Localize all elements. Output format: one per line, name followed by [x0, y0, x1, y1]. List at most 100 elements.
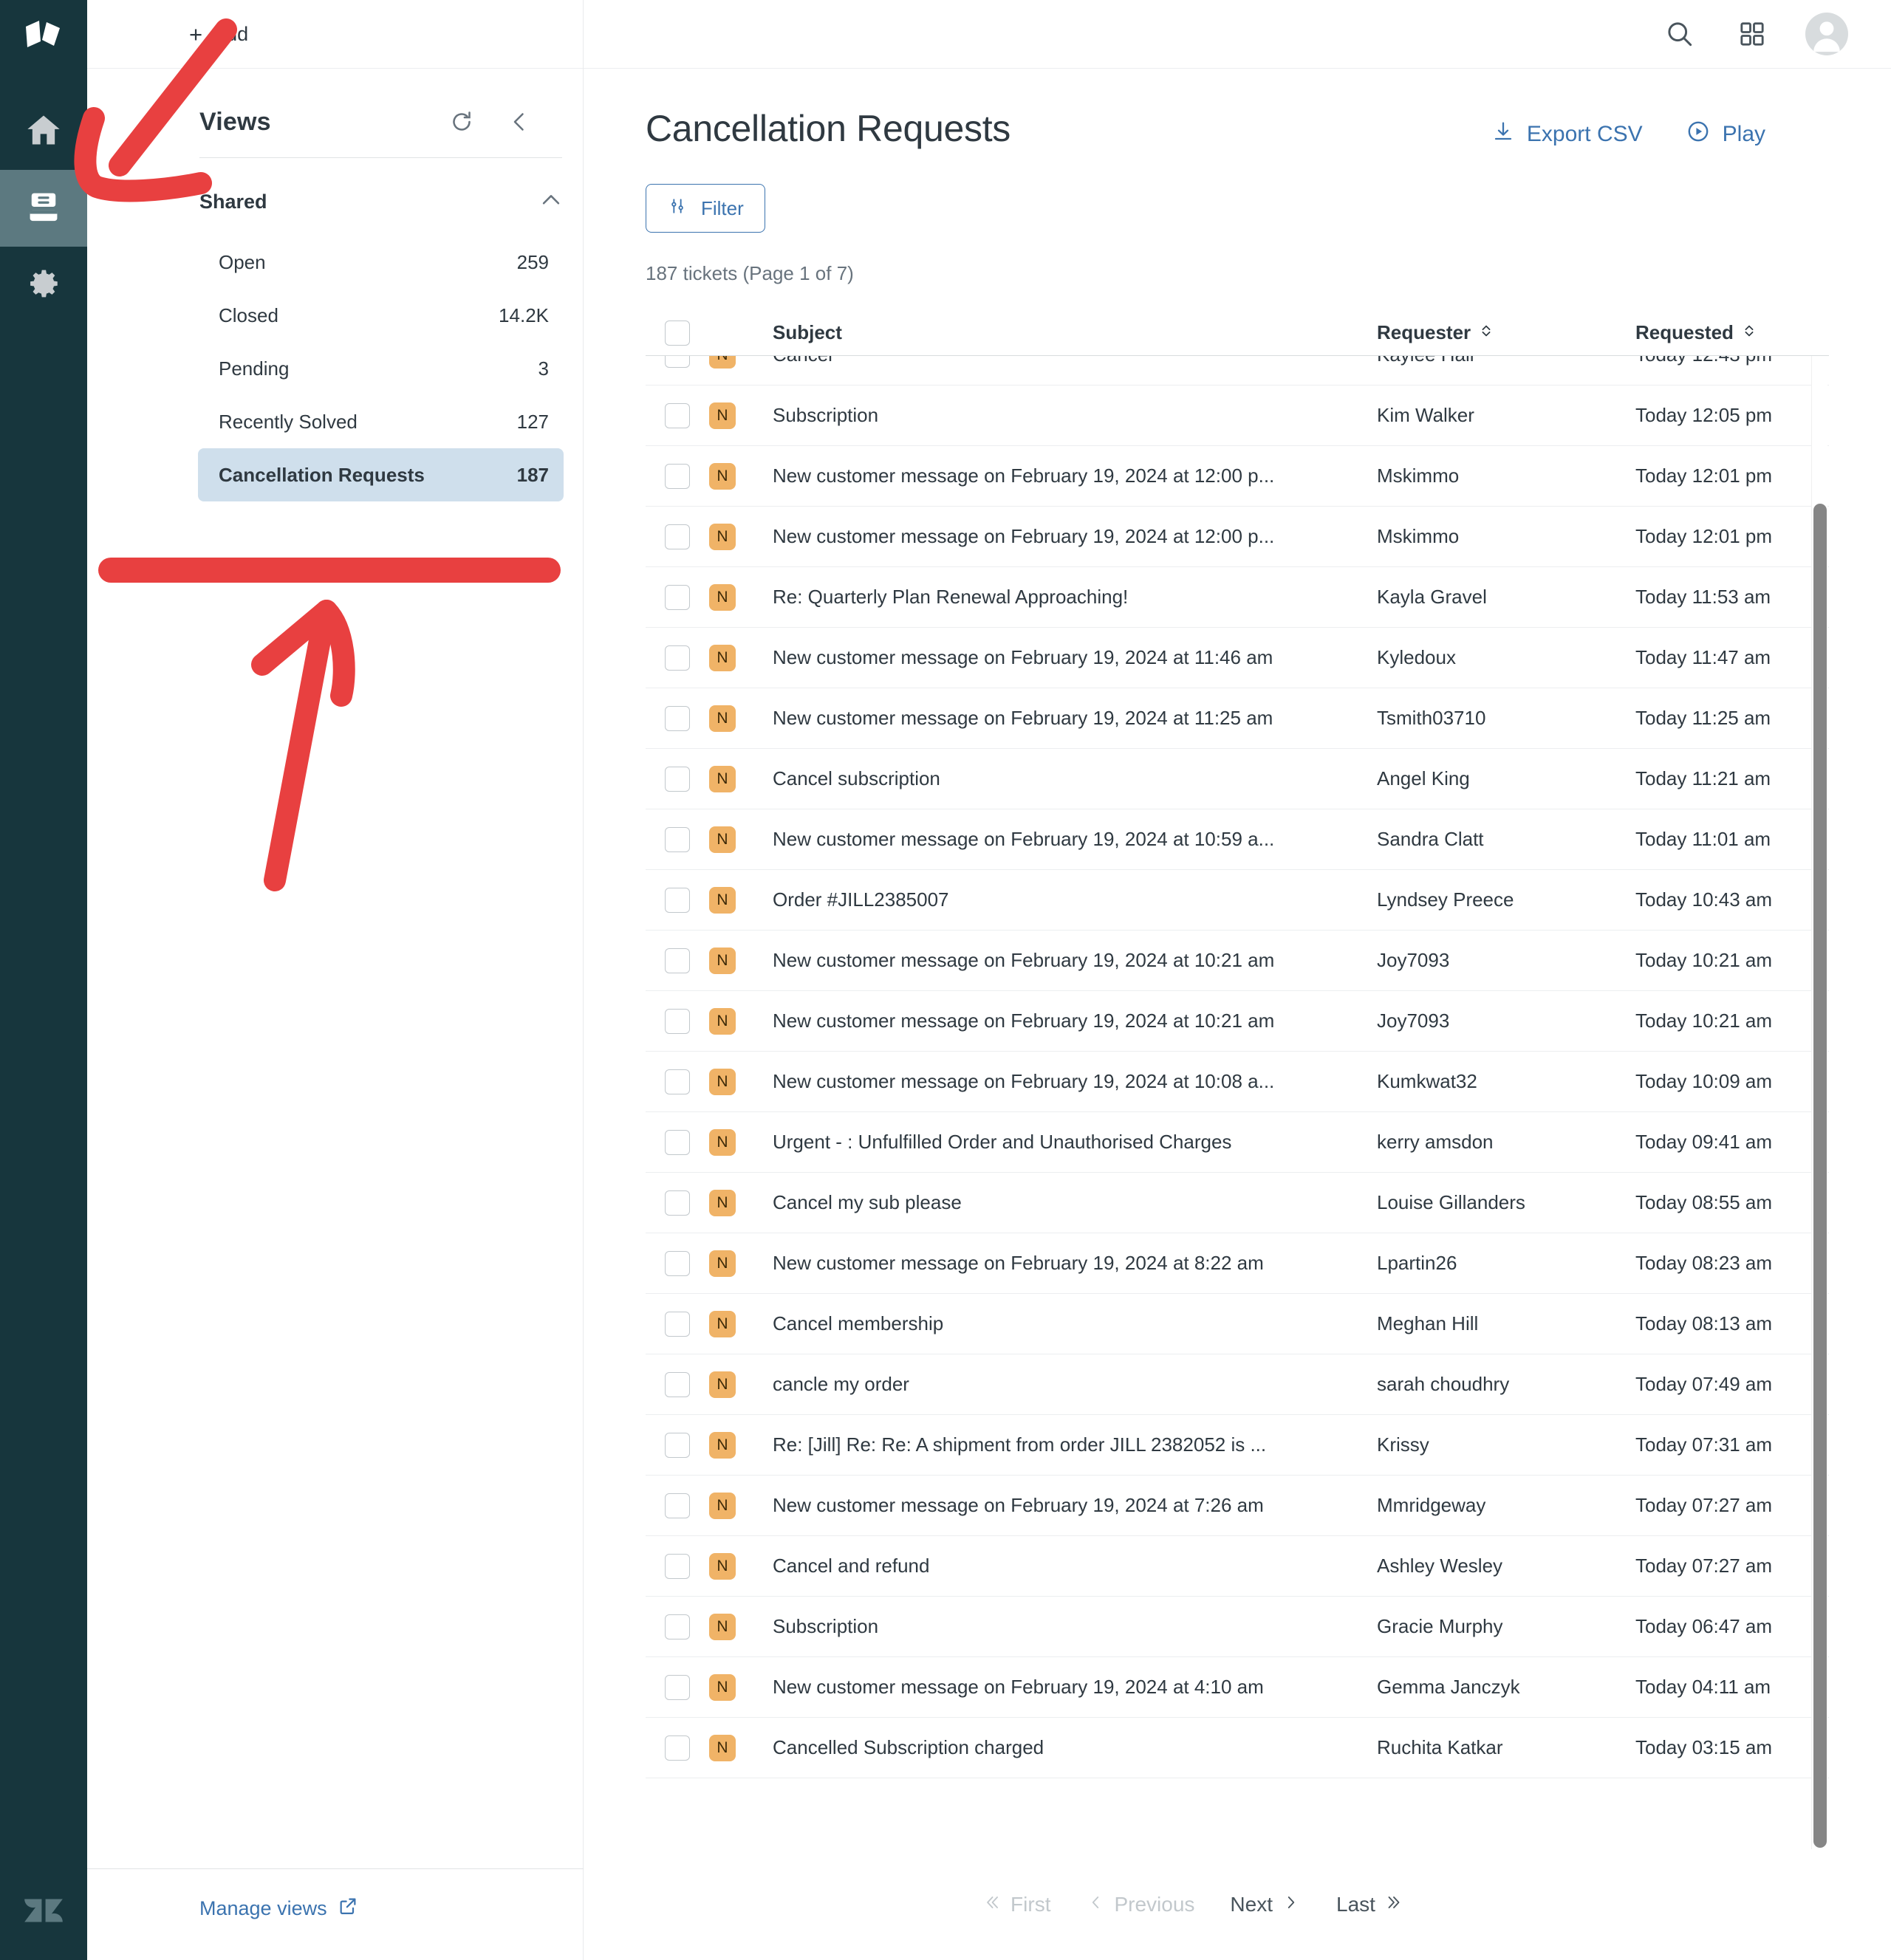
status-badge: N [709, 1492, 736, 1519]
sort-updown-icon [1741, 321, 1757, 344]
table-row[interactable]: N Cancel my sub please Louise Gillanders To… [646, 1173, 1829, 1233]
refresh-icon[interactable] [447, 107, 476, 137]
row-subject: New customer message on February 19, 202… [773, 465, 1275, 487]
pagination-last[interactable]: Last [1336, 1893, 1403, 1917]
add-button[interactable]: + Add [189, 23, 248, 46]
table-row[interactable]: N Order #JILL2385007 Lyndsey Preece Today 1… [646, 870, 1829, 931]
views-panel-footer: Manage views [87, 1868, 584, 1960]
view-label: Cancellation Requests [219, 463, 425, 486]
sidebar-item-recently-solved[interactable]: Recently Solved 127 [198, 395, 564, 448]
row-requester: Mskimmo [1377, 525, 1460, 547]
table-row[interactable]: N New customer message on February 19, 20… [646, 1052, 1829, 1112]
row-checkbox[interactable] [665, 356, 690, 368]
row-checkbox[interactable] [665, 1614, 690, 1639]
sidebar-item-cancellation-requests[interactable]: Cancellation Requests 187 [198, 448, 564, 501]
column-header-requested[interactable]: Requested [1635, 321, 1757, 344]
manage-views-link[interactable]: Manage views [199, 1896, 358, 1922]
table-body[interactable]: N CancelKaylee HallToday 12:43 pm N Subscri… [646, 356, 1829, 1849]
row-checkbox[interactable] [665, 1311, 690, 1337]
sort-updown-icon [1478, 321, 1494, 344]
row-checkbox[interactable] [665, 1371, 690, 1397]
table-row[interactable]: N New customer message on February 19, 20… [646, 507, 1829, 567]
row-checkbox[interactable] [665, 826, 690, 852]
row-checkbox[interactable] [665, 705, 690, 731]
select-all-checkbox[interactable] [665, 320, 690, 346]
row-checkbox[interactable] [665, 887, 690, 913]
pagination-previous[interactable]: Previous [1086, 1893, 1194, 1917]
row-select-cell [646, 1190, 709, 1216]
table-row[interactable]: N CancelKaylee HallToday 12:43 pm [646, 356, 1829, 386]
table-row[interactable]: N New customer message on February 19, 20… [646, 1657, 1829, 1718]
row-checkbox[interactable] [665, 1190, 690, 1216]
row-requester: Louise Gillanders [1377, 1191, 1525, 1213]
chevron-left-icon[interactable] [505, 107, 534, 137]
column-header-requester[interactable]: Requester [1377, 321, 1494, 344]
table-row[interactable]: N Re: Quarterly Plan Renewal Approaching!… [646, 567, 1829, 628]
row-checkbox[interactable] [665, 766, 690, 792]
sidebar-item-closed[interactable]: Closed 14.2K [198, 289, 564, 342]
row-checkbox[interactable] [665, 948, 690, 973]
sidebar-item-pending[interactable]: Pending 3 [198, 342, 564, 395]
play-button[interactable]: Play [1686, 119, 1765, 150]
views-group-shared[interactable]: Shared [199, 188, 564, 216]
table-row[interactable]: N Cancelled Subscription charged Ruchita K… [646, 1718, 1829, 1778]
table-row[interactable]: N New customer message on February 19, 20… [646, 446, 1829, 507]
sidebar-item-home[interactable] [0, 93, 87, 170]
table-scrollbar[interactable] [1811, 356, 1827, 1849]
row-checkbox[interactable] [665, 645, 690, 671]
pagination-first[interactable]: First [982, 1893, 1050, 1917]
chevron-up-icon [538, 188, 564, 216]
filter-button[interactable]: Filter [646, 184, 765, 233]
row-checkbox[interactable] [665, 1069, 690, 1094]
export-csv-button[interactable]: Export CSV [1491, 120, 1643, 149]
row-requester: sarah choudhry [1377, 1373, 1510, 1395]
table-scrollbar-thumb[interactable] [1813, 504, 1827, 1848]
tickets-table: Subject Requester Requested N Subscripti… [646, 310, 1829, 1849]
table-row[interactable]: N New customer message on February 19, 20… [646, 1476, 1829, 1536]
grid-apps-icon[interactable] [1733, 15, 1771, 53]
table-row[interactable]: N Urgent - : Unfulfilled Order and Unauth… [646, 1112, 1829, 1173]
table-row[interactable]: N Cancel subscription Angel King Today 11:2… [646, 749, 1829, 809]
table-row[interactable]: N New customer message on February 19, 20… [646, 1233, 1829, 1294]
status-badge: N [709, 765, 736, 792]
table-row[interactable]: N Subscription Kim Walker Today 12:05 pm [646, 386, 1829, 446]
row-checkbox[interactable] [665, 1432, 690, 1458]
row-requested: Today 04:11 am [1635, 1676, 1771, 1698]
table-row[interactable]: N New customer message on February 19, 20… [646, 628, 1829, 688]
row-checkbox[interactable] [665, 524, 690, 549]
table-row[interactable]: N Subscription Gracie Murphy Today 06:47 am [646, 1597, 1829, 1657]
table-row[interactable]: N New customer message on February 19, 20… [646, 809, 1829, 870]
table-row[interactable]: N New customer message on February 19, 20… [646, 931, 1829, 991]
row-checkbox[interactable] [665, 1493, 690, 1518]
row-requested: Today 03:15 am [1635, 1736, 1773, 1758]
status-badge: N [709, 1128, 736, 1156]
row-checkbox[interactable] [665, 1129, 690, 1155]
sidebar-item-open[interactable]: Open 259 [198, 236, 564, 289]
row-select-cell [646, 887, 709, 913]
row-checkbox[interactable] [665, 1674, 690, 1700]
table-row[interactable]: Ncancle my order sarah choudhry Today 07:4… [646, 1354, 1829, 1415]
row-checkbox[interactable] [665, 463, 690, 489]
row-requested: Today 12:01 pm [1635, 465, 1773, 487]
view-label: Open [219, 250, 266, 273]
row-checkbox[interactable] [665, 1250, 690, 1276]
pagination-next[interactable]: Next [1230, 1893, 1301, 1917]
status-badge: N [709, 644, 736, 671]
sidebar-item-views[interactable] [0, 170, 87, 247]
sidebar-item-settings[interactable] [0, 247, 87, 323]
table-row[interactable]: N Cancel and refund Ashley Wesley Today 07:… [646, 1536, 1829, 1597]
row-checkbox[interactable] [665, 584, 690, 610]
row-status-cell: N [709, 644, 773, 671]
table-row[interactable]: N Cancel membership Meghan Hill Today 08:13… [646, 1294, 1829, 1354]
row-checkbox[interactable] [665, 1735, 690, 1761]
search-icon[interactable] [1661, 15, 1699, 53]
row-checkbox[interactable] [665, 1553, 690, 1579]
user-avatar-icon[interactable] [1805, 13, 1848, 55]
table-row[interactable]: N New customer message on February 19, 20… [646, 991, 1829, 1052]
row-select-cell [646, 402, 709, 428]
row-checkbox[interactable] [665, 1008, 690, 1034]
table-row[interactable]: N New customer message on February 19, 20… [646, 688, 1829, 749]
row-checkbox[interactable] [665, 402, 690, 428]
global-topbar [584, 0, 1891, 69]
table-row[interactable]: N Re: [Jill] Re: Re: A shipment from orde… [646, 1415, 1829, 1476]
